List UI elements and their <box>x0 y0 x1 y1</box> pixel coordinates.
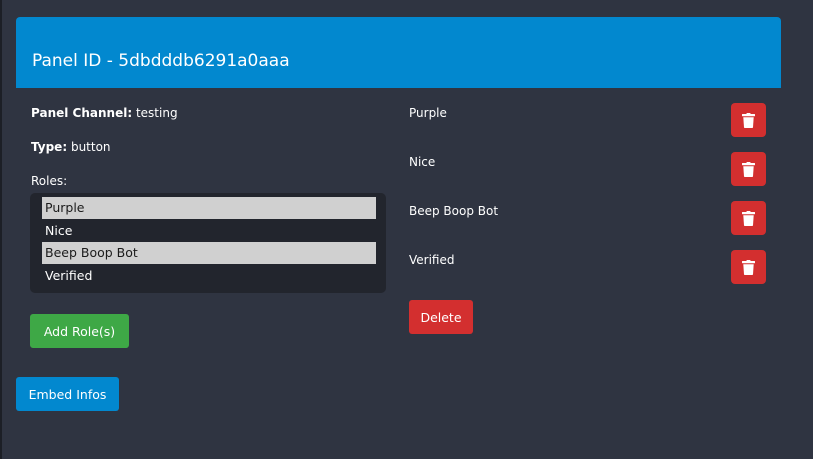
panel-type-line: Type: button <box>31 140 111 154</box>
page: Panel ID - 5dbdddb6291a0aaa Panel Channe… <box>0 0 813 459</box>
delete-role-beep-boop-bot-button[interactable] <box>731 201 766 235</box>
panel-channel-line: Panel Channel: testing <box>31 106 178 120</box>
role-option-beep-boop-bot[interactable]: Beep Boop Bot <box>42 242 376 264</box>
delete-panel-button[interactable]: Delete <box>409 300 473 334</box>
trash-icon <box>742 162 755 177</box>
roles-label: Roles: <box>31 174 68 188</box>
embed-infos-button[interactable]: Embed Infos <box>16 377 119 411</box>
left-border <box>0 0 2 459</box>
panel-title: Panel ID - 5dbdddb6291a0aaa <box>32 51 290 71</box>
panel-type-value: button <box>70 140 111 154</box>
role-name-purple: Purple <box>409 106 447 120</box>
role-name-verified: Verified <box>409 253 455 267</box>
delete-role-verified-button[interactable] <box>731 250 766 284</box>
panel-header: Panel ID - 5dbdddb6291a0aaa <box>16 17 781 88</box>
delete-role-nice-button[interactable] <box>731 152 766 186</box>
add-roles-button[interactable]: Add Role(s) <box>30 314 129 348</box>
trash-icon <box>742 260 755 275</box>
panel-channel-value: testing <box>135 106 178 120</box>
panel-channel-label: Panel Channel: <box>31 106 133 120</box>
role-option-verified[interactable]: Verified <box>42 265 376 287</box>
delete-role-purple-button[interactable] <box>731 103 766 137</box>
role-name-beep-boop-bot: Beep Boop Bot <box>409 204 499 218</box>
role-name-nice: Nice <box>409 155 436 169</box>
trash-icon <box>742 211 755 226</box>
roles-multiselect[interactable]: Purple Nice Beep Boop Bot Verified <box>30 193 386 293</box>
panel-type-label: Type: <box>31 140 68 154</box>
role-option-nice[interactable]: Nice <box>42 220 376 242</box>
trash-icon <box>742 113 755 128</box>
role-option-purple[interactable]: Purple <box>42 197 376 219</box>
